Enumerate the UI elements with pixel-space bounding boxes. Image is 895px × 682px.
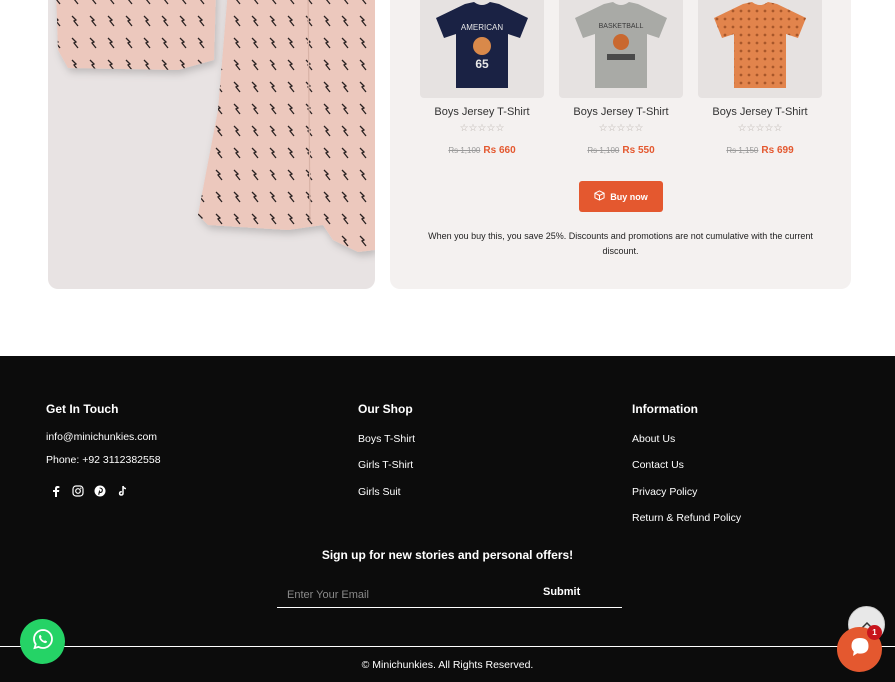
bundle-offer-card: AMERICAN 65 Boys Jersey T-Shirt ☆☆☆☆☆ Rs… (390, 0, 851, 289)
buy-now-label: Buy now (610, 191, 648, 202)
product-hero-image (48, 0, 375, 289)
get-in-touch-title: Get In Touch (46, 402, 119, 416)
whatsapp-icon (31, 627, 55, 656)
shop-link-boys-tshirt[interactable]: Boys T-Shirt (358, 433, 415, 445)
newsletter-title: Sign up for new stories and personal off… (321, 548, 574, 562)
info-link-refund-policy[interactable]: Return & Refund Policy (632, 512, 741, 524)
newsletter-form: Submit (277, 580, 622, 608)
newsletter-submit-button[interactable]: Submit (543, 586, 580, 598)
footer-divider (0, 646, 895, 647)
facebook-icon[interactable] (49, 484, 63, 498)
social-links (49, 484, 129, 498)
product-price: Rs 1,100 Rs 550 (559, 145, 683, 156)
product-name[interactable]: Boys Jersey T-Shirt (559, 106, 683, 118)
product-name[interactable]: Boys Jersey T-Shirt (420, 106, 544, 118)
chat-notification-badge: 1 (867, 625, 882, 640)
product-image[interactable]: AMERICAN 65 (420, 0, 544, 98)
rating-stars: ☆☆☆☆☆ (459, 123, 505, 134)
info-link-about-us[interactable]: About Us (632, 433, 675, 445)
product-name[interactable]: Boys Jersey T-Shirt (698, 106, 822, 118)
tshirt-print: AMERICAN (461, 23, 503, 32)
old-price: Rs 1,100 (448, 146, 481, 155)
product-price: Rs 1,150 Rs 699 (698, 145, 822, 156)
site-footer: Get In Touch info@minichunkies.com Phone… (0, 356, 895, 682)
info-link-privacy-policy[interactable]: Privacy Policy (632, 486, 697, 498)
product-image[interactable]: BASKETBALL (559, 0, 683, 98)
rating-stars: ☆☆☆☆☆ (737, 123, 783, 134)
bundle-savings-note: When you buy this, you save 25%. Discoun… (428, 231, 813, 256)
buy-now-button[interactable]: Buy now (579, 181, 663, 212)
shop-link-girls-tshirt[interactable]: Girls T-Shirt (358, 459, 413, 471)
copyright-text: © Minichunkies. All Rights Reserved. (361, 659, 534, 671)
contact-email-link[interactable]: info@minichunkies.com (46, 431, 157, 443)
svg-text:65: 65 (475, 57, 489, 71)
product-price: Rs 1,100 Rs 660 (420, 145, 544, 156)
pinterest-icon[interactable] (93, 484, 107, 498)
sale-price: Rs 660 (483, 145, 516, 156)
sale-price: Rs 550 (622, 145, 655, 156)
page: AMERICAN 65 Boys Jersey T-Shirt ☆☆☆☆☆ Rs… (0, 0, 895, 682)
old-price: Rs 1,100 (587, 146, 620, 155)
instagram-icon[interactable] (71, 484, 85, 498)
product-image[interactable] (698, 0, 822, 98)
info-link-contact-us[interactable]: Contact Us (632, 459, 684, 471)
chat-bubble-icon (848, 635, 872, 664)
tshirt-print: BASKETBALL (599, 23, 644, 30)
newsletter-email-input[interactable] (287, 586, 517, 604)
old-price: Rs 1,150 (726, 146, 759, 155)
box-icon (594, 190, 605, 203)
contact-phone: Phone: +92 3112382558 (46, 454, 161, 466)
pajama-set-illustration (56, 0, 375, 252)
shop-link-girls-suit[interactable]: Girls Suit (358, 486, 401, 498)
sale-price: Rs 699 (761, 145, 794, 156)
tiktok-icon[interactable] (115, 484, 129, 498)
rating-stars: ☆☆☆☆☆ (598, 123, 644, 134)
information-title: Information (632, 402, 698, 416)
our-shop-title: Our Shop (358, 402, 413, 416)
whatsapp-chat-button[interactable] (20, 619, 65, 664)
